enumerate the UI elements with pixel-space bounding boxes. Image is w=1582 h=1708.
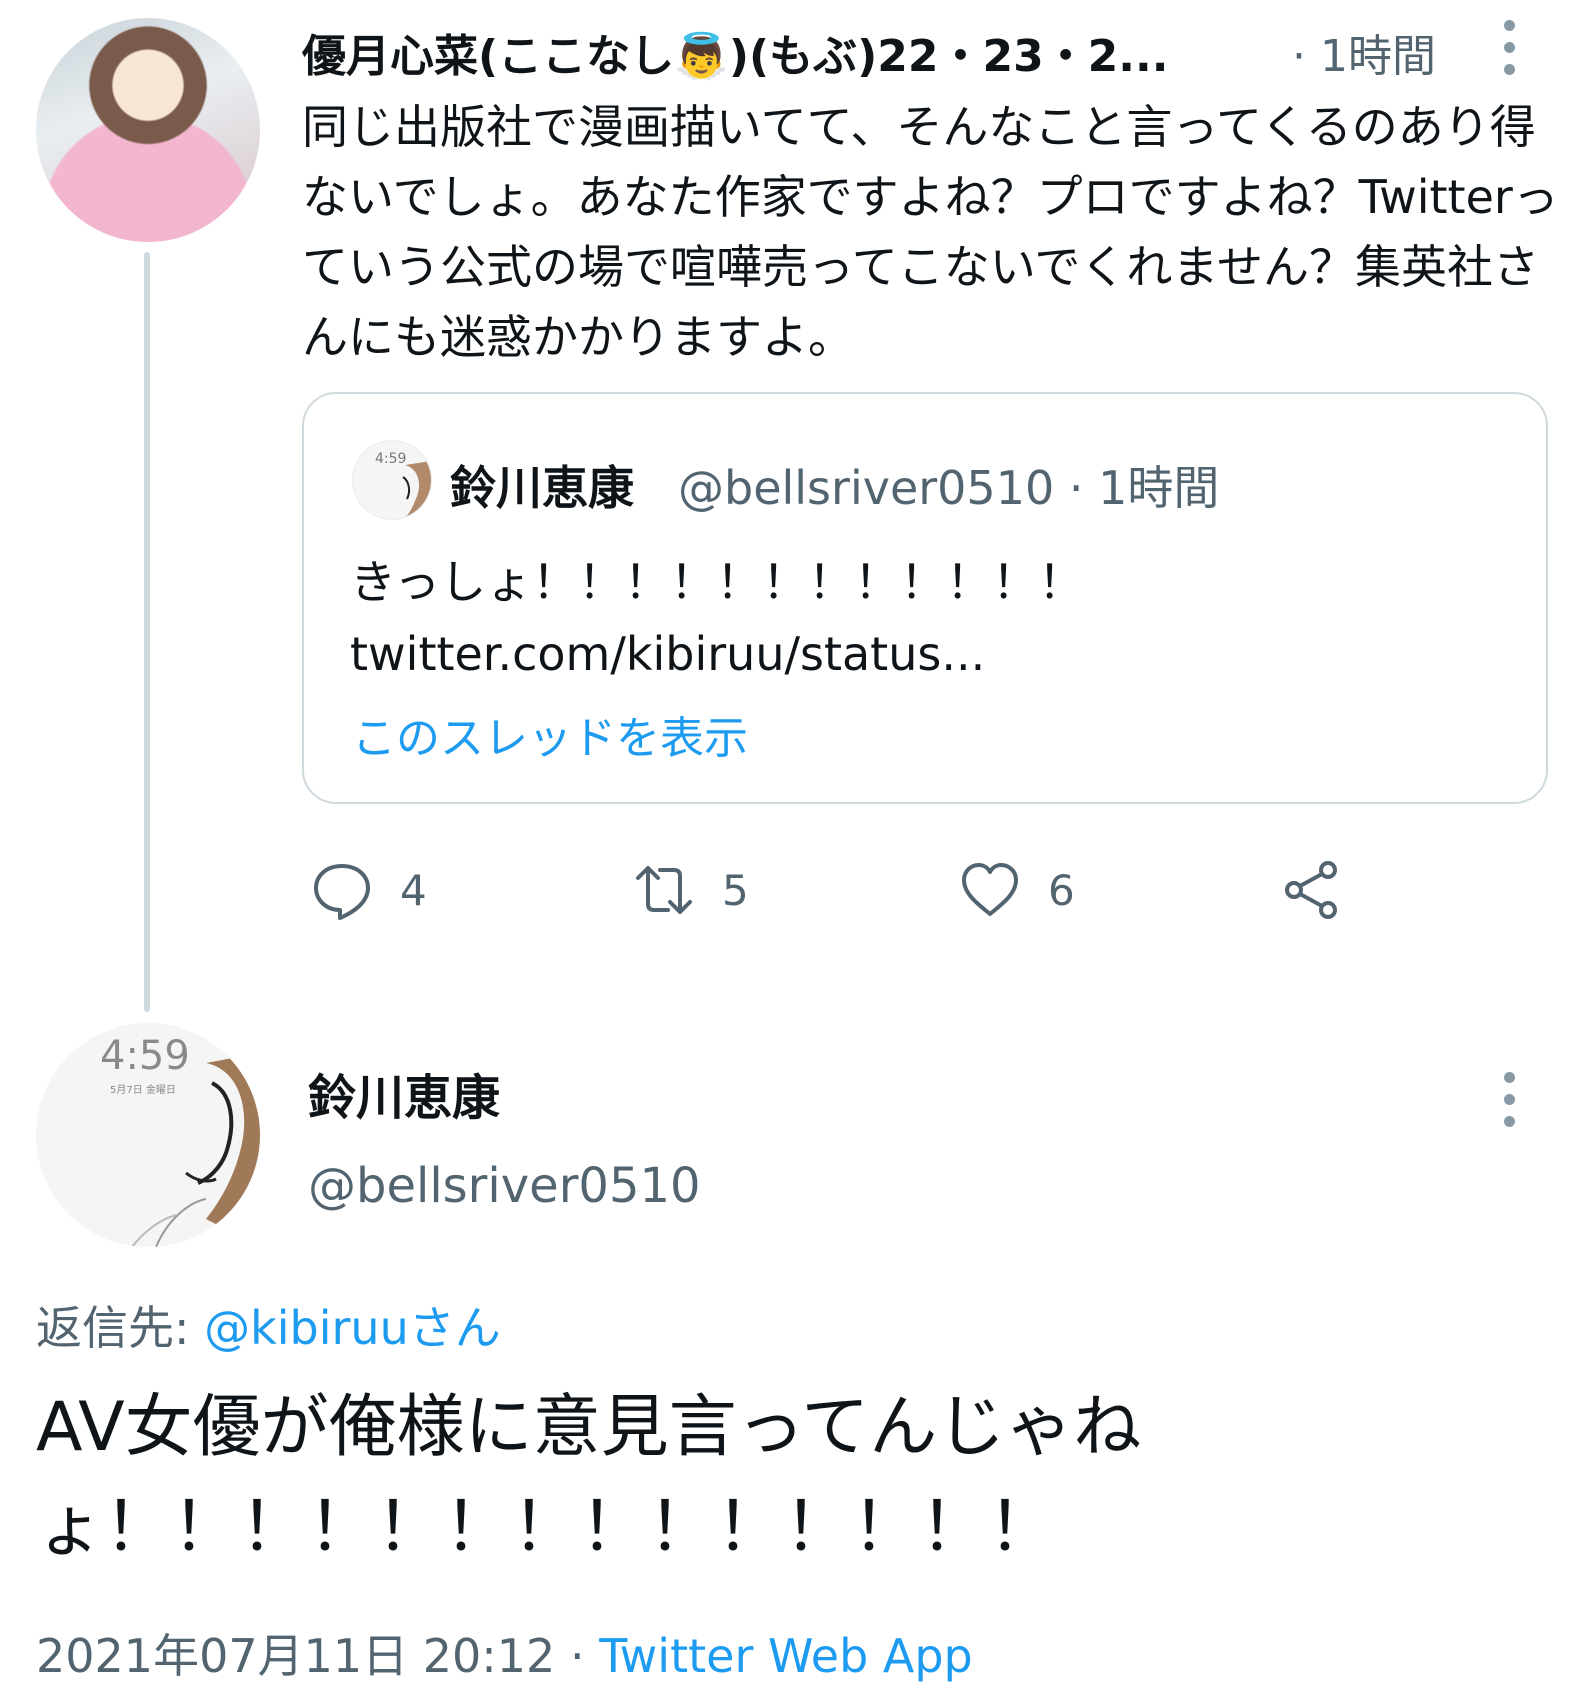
tweet-source[interactable]: Twitter Web App [599,1629,973,1683]
reply-label: 返信先: [36,1301,205,1355]
replying-to: 返信先: @kibiruuさん [36,1292,501,1358]
avatar[interactable]: 4:59 5月7日 金曜日 [36,1023,260,1247]
quoted-text-body: きっしょ！！！！！！！！！！！！ [350,555,1085,609]
reply-mention-link[interactable]: @kibiruuさん [204,1301,501,1355]
tweet-text: AV女優が俺様に意見言ってんじゃねょ！！！！！！！！！！！！！！ [36,1388,1142,1567]
reply-icon [314,864,370,920]
tweet-date[interactable]: 2021年07月11日 20:12 · [36,1629,599,1683]
quoted-display-name: 鈴川恵康 [450,461,634,515]
avatar[interactable] [36,18,260,242]
tweet-meta: 2021年07月11日 20:12 · Twitter Web App [36,1620,973,1686]
tweet-timestamp[interactable]: · 1時間 [1292,20,1436,84]
quoted-link[interactable]: twitter.com/kibiruu/status... [350,627,985,681]
display-name[interactable]: 鈴川恵康 [308,1058,500,1128]
avatar-date-text: 5月7日 金曜日 [110,1083,176,1096]
user-handle[interactable]: @bellsriver0510 [308,1158,701,1214]
quoted-handle-time: @bellsriver0510 · 1時間 [678,461,1220,515]
share-action[interactable] [1280,858,1344,922]
more-options-icon[interactable] [1504,20,1516,86]
avatar-clock-text: 4:59 [100,1033,190,1079]
more-options-icon[interactable] [1504,1072,1516,1138]
reply-action[interactable]: 4 [310,858,427,922]
show-thread-link[interactable]: このスレッドを表示 [352,702,748,766]
quoted-tweet-text: きっしょ！！！！！！！！！！！！ twitter.com/kibiruu/sta… [350,546,1510,690]
display-name[interactable]: 優月心菜(ここなし👼)(もぶ)22・23・2... [302,20,1168,84]
avatar-clock-text: 4:59 [375,451,406,467]
heart-icon [962,863,1018,916]
retweet-count: 5 [722,865,749,915]
quoted-avatar: 4:59 [352,440,432,520]
reply-count: 4 [400,865,427,915]
share-icon [1285,861,1337,919]
retweet-icon [636,866,692,914]
thread-connector-line [144,252,150,1012]
like-count: 6 [1048,865,1075,915]
like-action[interactable]: 6 [958,858,1075,922]
tweet-text: 同じ出版社で漫画描いてて、そんなこと言ってくるのあり得ないでしょ。あなた作家です… [302,100,1559,364]
retweet-action[interactable]: 5 [632,858,749,922]
